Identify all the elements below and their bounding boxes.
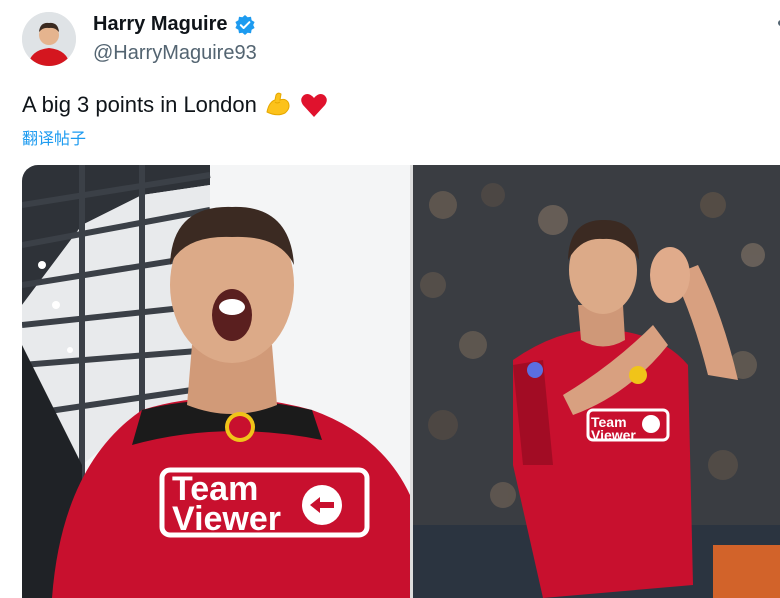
svg-text:Viewer: Viewer: [172, 500, 281, 538]
photo-right[interactable]: Team Viewer: [413, 165, 780, 598]
media-grid: Team Viewer Team Viewer: [22, 165, 780, 598]
author-handle[interactable]: @HarryMaguire93: [93, 42, 257, 65]
flexed-biceps-icon: [263, 90, 293, 120]
photo-left[interactable]: Team Viewer: [22, 165, 410, 598]
svg-text:Viewer: Viewer: [591, 427, 636, 443]
tweet-text: A big 3 points in London: [22, 90, 329, 120]
verified-badge-icon: [234, 14, 256, 36]
author-display-name[interactable]: Harry Maguire: [93, 13, 228, 36]
translate-post-link[interactable]: 翻译帖子: [22, 125, 86, 149]
avatar[interactable]: [22, 12, 76, 66]
tweet-text-body: A big 3 points in London: [22, 92, 257, 117]
red-heart-icon: [299, 90, 329, 120]
author-name[interactable]: Harry Maguire: [93, 13, 256, 36]
